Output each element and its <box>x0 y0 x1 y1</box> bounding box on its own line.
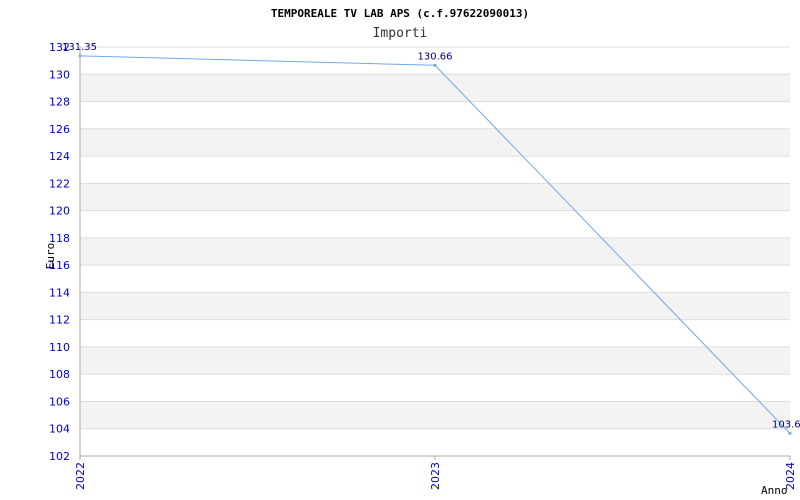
x-tick-label: 2022 <box>74 462 87 490</box>
y-tick-label: 114 <box>49 286 70 299</box>
chart-title: TEMPOREALE TV LAB APS (c.f.97622090013) <box>271 7 529 20</box>
grid-band <box>80 265 790 293</box>
data-point <box>788 431 792 435</box>
grid-band <box>80 292 790 320</box>
y-tick-label: 122 <box>49 177 70 190</box>
y-tick-label: 108 <box>49 368 70 381</box>
grid-band <box>80 237 790 266</box>
y-axis-label: Euro <box>44 243 57 270</box>
grid-band <box>80 74 790 102</box>
grid-band <box>80 183 790 211</box>
y-tick-label: 112 <box>49 314 70 327</box>
grid-band <box>80 156 790 184</box>
grid-band <box>80 128 790 157</box>
y-tick-label: 102 <box>49 450 70 463</box>
line-chart: 1021041061081101121141161181201221241261… <box>44 7 800 497</box>
data-point <box>78 54 82 58</box>
grid-band <box>80 346 790 375</box>
grid-band <box>80 374 790 402</box>
chart-subtitle: Importi <box>373 26 428 41</box>
data-label: 130.66 <box>418 51 453 62</box>
y-tick-label: 110 <box>49 341 70 354</box>
y-tick-label: 126 <box>49 123 70 136</box>
grid-band <box>80 319 790 347</box>
y-tick-label: 104 <box>49 423 70 436</box>
data-label: 131.35 <box>62 42 97 53</box>
grid-band <box>80 210 790 238</box>
x-axis-label: Anno <box>761 484 788 497</box>
data-point <box>433 63 437 67</box>
y-tick-label: 130 <box>49 68 70 81</box>
grid-band <box>80 401 790 429</box>
x-tick-label: 2023 <box>429 462 442 490</box>
data-label: 103.66 <box>772 419 800 430</box>
y-tick-label: 120 <box>49 205 70 218</box>
y-tick-label: 128 <box>49 96 70 109</box>
y-tick-label: 124 <box>49 150 70 163</box>
grid-band <box>80 428 790 456</box>
grid-bands <box>80 47 790 456</box>
grid-band <box>80 101 790 129</box>
x-tick-labels: 2022 2023 2024 <box>74 456 797 490</box>
y-tick-label: 106 <box>49 395 70 408</box>
